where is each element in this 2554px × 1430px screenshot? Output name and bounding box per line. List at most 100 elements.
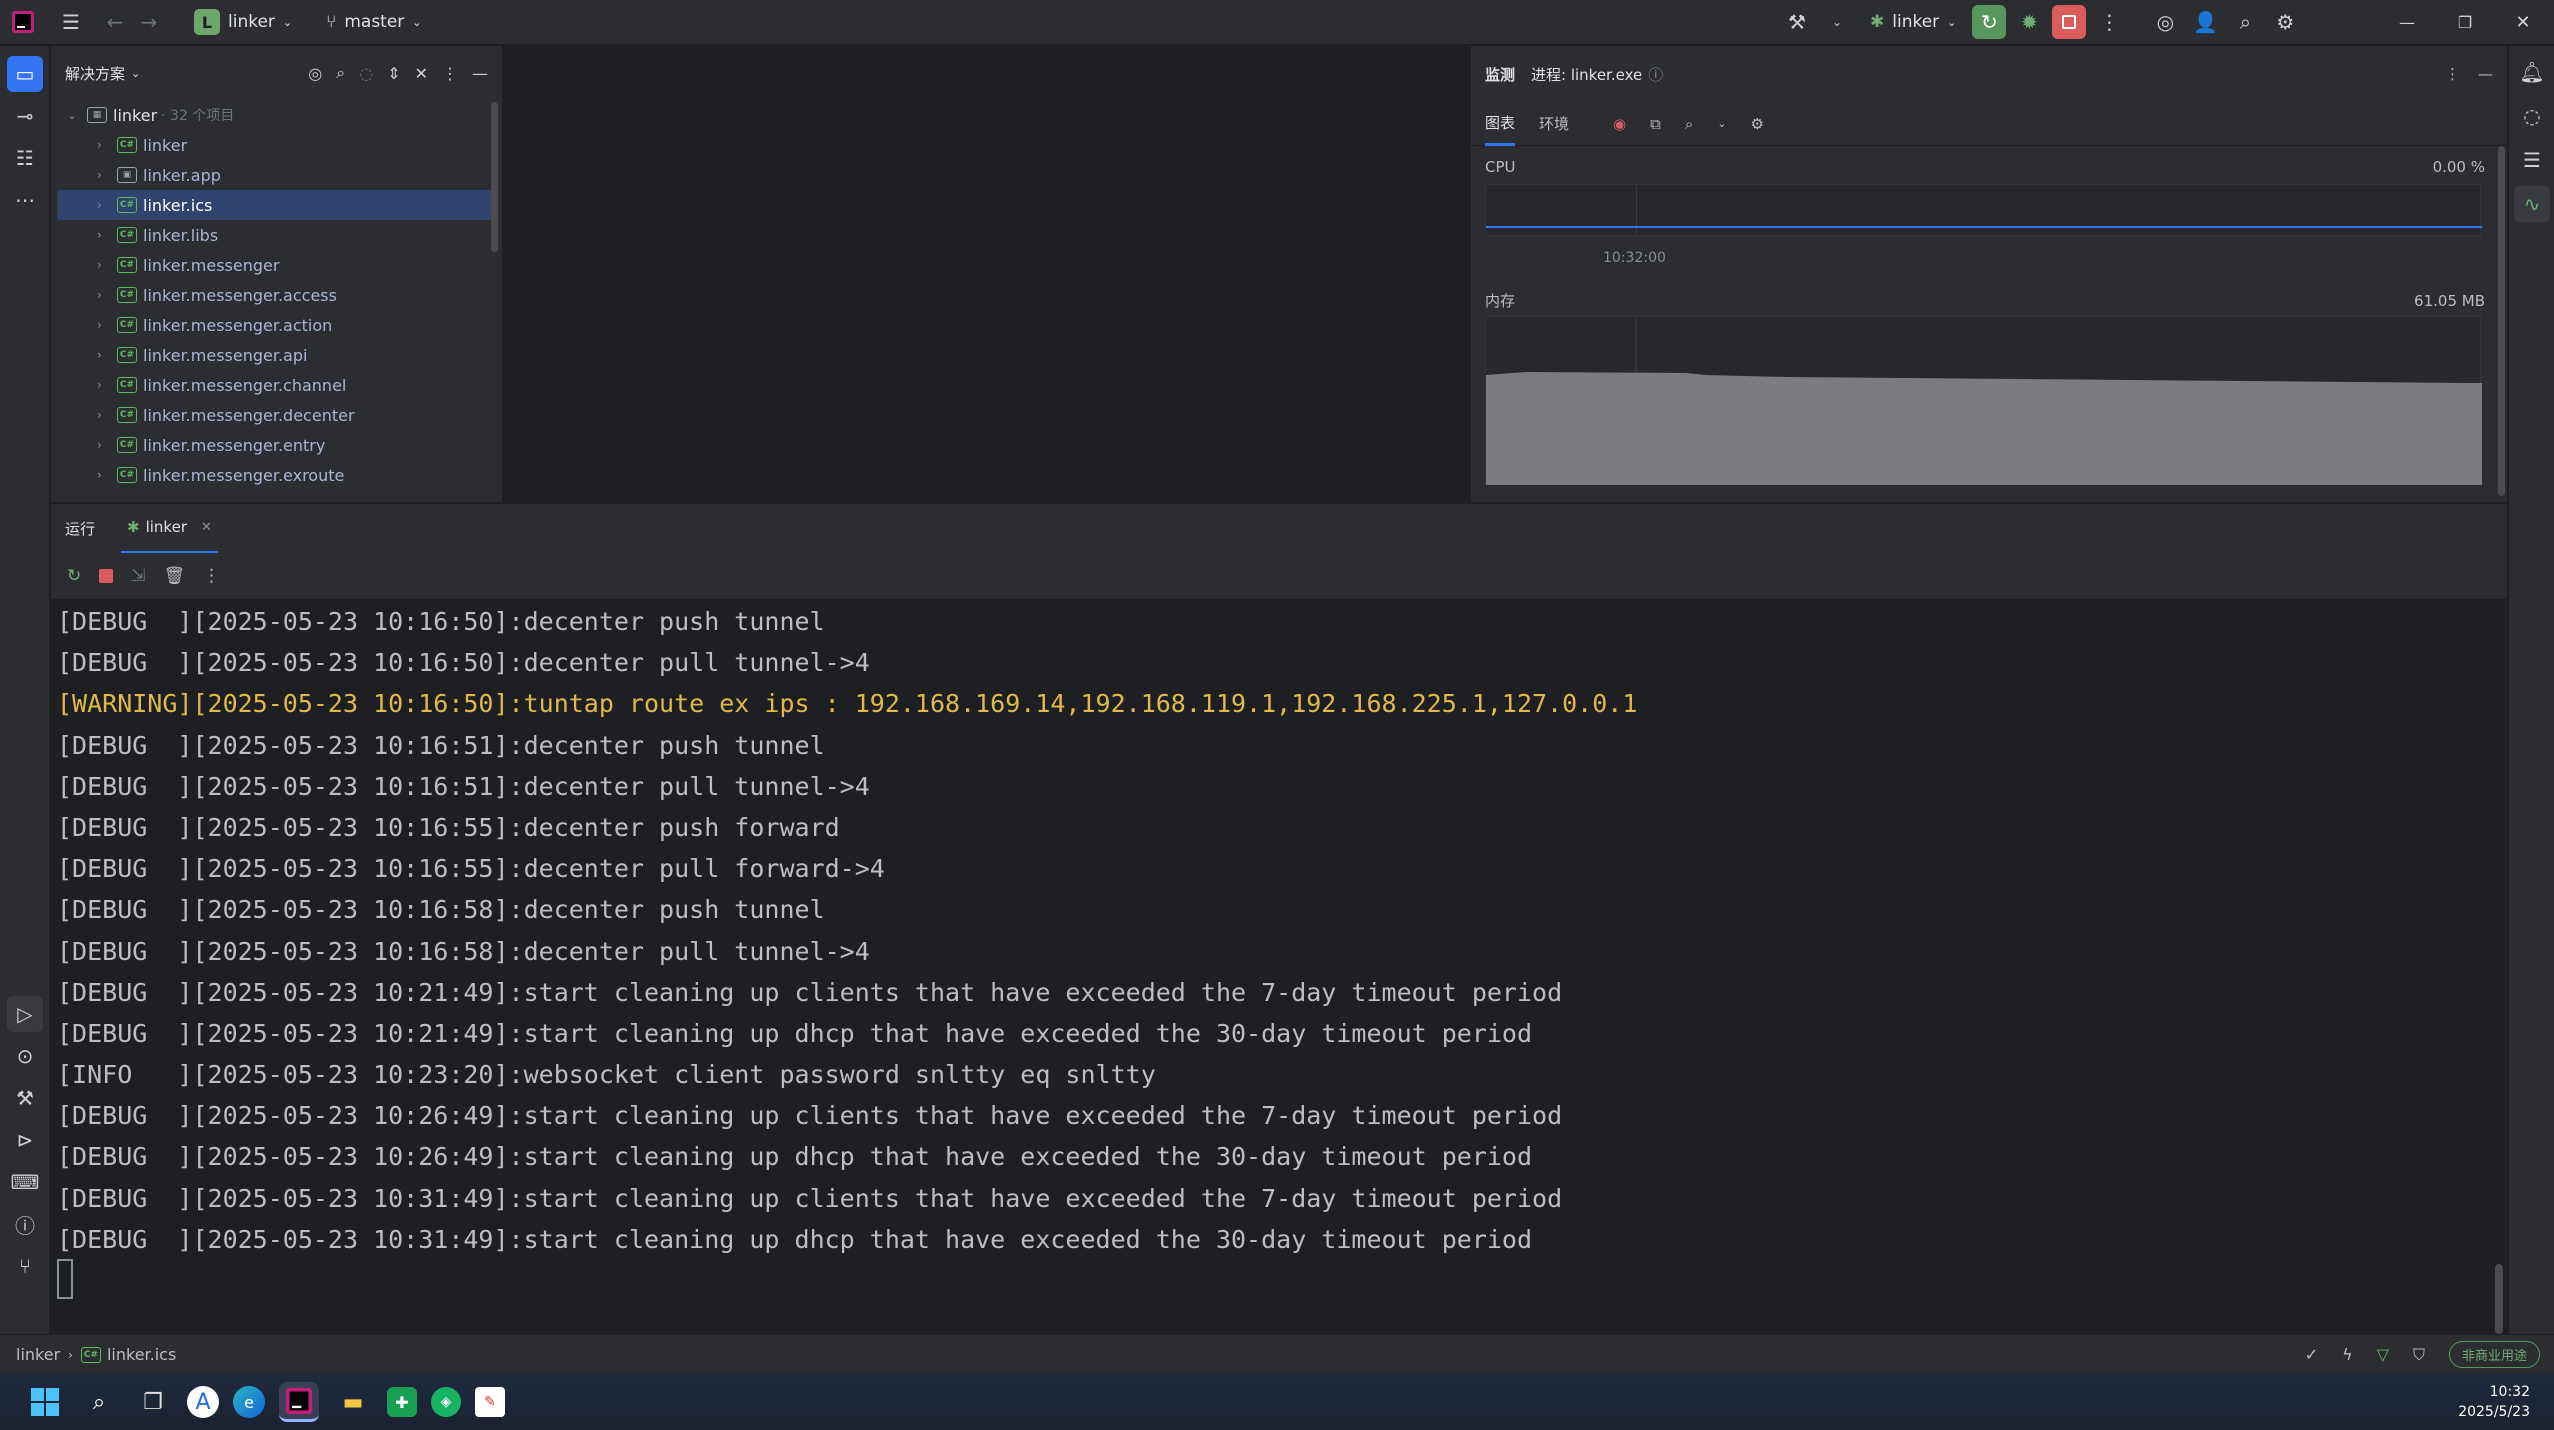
search-icon[interactable]: ⌕ bbox=[2228, 5, 2262, 39]
breadcrumb-root[interactable]: linker bbox=[16, 1345, 60, 1364]
branch-selector[interactable]: ⑂ master ⌄ bbox=[316, 7, 431, 37]
chevron-right-icon[interactable]: › bbox=[97, 288, 111, 302]
project-selector[interactable]: L linker ⌄ bbox=[184, 7, 302, 37]
close-window-icon[interactable]: ✕ bbox=[2506, 5, 2540, 39]
show-all-icon[interactable]: ◌ bbox=[359, 64, 373, 83]
settings-gear-icon[interactable]: ⚙ bbox=[2268, 5, 2302, 39]
help-icon[interactable]: ⓘ bbox=[1648, 64, 1663, 85]
main-menu-icon[interactable]: ☰ bbox=[54, 5, 88, 39]
chevron-right-icon[interactable]: › bbox=[97, 378, 111, 392]
search-icon[interactable]: ⌕ bbox=[79, 1382, 119, 1422]
scroll-to-end-icon[interactable]: ⇲ bbox=[131, 566, 145, 586]
more-vertical-icon[interactable]: ⋮ bbox=[203, 566, 220, 586]
breadcrumb-file[interactable]: linker.ics bbox=[107, 1345, 176, 1364]
solution-scrollbar[interactable] bbox=[491, 102, 498, 252]
tree-item-linker-ics[interactable]: › C# linker.ics bbox=[57, 190, 492, 220]
file-explorer-icon[interactable]: ▬ bbox=[333, 1382, 373, 1422]
tree-item-linker-messenger-exroute[interactable]: › C# linker.messenger.exroute bbox=[57, 460, 492, 490]
chevron-right-icon[interactable]: › bbox=[97, 168, 111, 182]
tab-charts[interactable]: 图表 bbox=[1485, 102, 1516, 146]
notifications-bell-icon[interactable]: 🔔︎ bbox=[2514, 54, 2550, 90]
run-tool-icon[interactable]: ▷ bbox=[7, 996, 43, 1032]
minimize-panel-icon[interactable]: — bbox=[472, 64, 488, 83]
minimize-window-icon[interactable]: — bbox=[2390, 5, 2424, 39]
console-scrollbar[interactable] bbox=[2495, 1264, 2503, 1334]
chevron-right-icon[interactable]: › bbox=[97, 348, 111, 362]
run-config-selector[interactable]: ✱ linker ⌄ bbox=[1860, 7, 1966, 37]
console-output[interactable]: [DEBUG ][2025-05-23 10:16:50]:decenter p… bbox=[51, 599, 2507, 1334]
build-hammer-icon[interactable]: ⚒ bbox=[1780, 5, 1814, 39]
explorer-folder-icon[interactable]: ▭ bbox=[7, 56, 43, 92]
chevron-right-icon[interactable]: › bbox=[97, 138, 111, 152]
task-view-icon[interactable]: ❐ bbox=[133, 1382, 173, 1422]
chevron-right-icon[interactable]: › bbox=[97, 198, 111, 212]
tree-item-linker[interactable]: › C# linker bbox=[57, 130, 492, 160]
monitor-settings-icon[interactable]: ⚙ bbox=[1750, 115, 1763, 133]
services-icon[interactable]: ⊳ bbox=[7, 1122, 43, 1158]
terminal-icon[interactable]: ⌨ bbox=[7, 1164, 43, 1200]
restore-window-icon[interactable]: ❐ bbox=[2448, 5, 2482, 39]
license-badge[interactable]: 非商业用途 bbox=[2448, 1341, 2540, 1368]
more-vertical-icon[interactable]: ⋮ bbox=[2445, 65, 2460, 83]
stop-button[interactable] bbox=[2052, 5, 2087, 39]
inspections-ok-icon[interactable]: ✓ bbox=[2305, 1345, 2318, 1364]
expand-all-icon[interactable]: ⇕ bbox=[387, 64, 400, 83]
locate-file-icon[interactable]: ◎ bbox=[308, 64, 322, 83]
code-vision-icon[interactable]: ▽ bbox=[2377, 1345, 2389, 1364]
search-icon[interactable]: ⌕ bbox=[336, 63, 345, 83]
chevron-down-icon[interactable]: ⌄ bbox=[131, 67, 140, 80]
rider-taskbar-icon[interactable] bbox=[279, 1382, 319, 1422]
tree-item-linker-messenger-decenter[interactable]: › C# linker.messenger.decenter bbox=[57, 400, 492, 430]
collapse-all-icon[interactable]: ✕ bbox=[415, 64, 428, 83]
monitor-tool-icon[interactable]: ∿ bbox=[2514, 186, 2550, 222]
commit-icon[interactable]: ⊸ bbox=[7, 98, 43, 134]
rerun-icon[interactable]: ↻ bbox=[67, 566, 81, 586]
chevron-right-icon[interactable]: › bbox=[97, 438, 111, 452]
search-process-icon[interactable]: ⌕ bbox=[1685, 115, 1693, 133]
chevron-right-icon[interactable]: › bbox=[97, 318, 111, 332]
forward-arrow-icon[interactable]: → bbox=[132, 5, 166, 39]
tree-item-linker-messenger-api[interactable]: › C# linker.messenger.api bbox=[57, 340, 492, 370]
database-icon[interactable]: ☰ bbox=[2514, 142, 2550, 178]
tree-item-linker-messenger-access[interactable]: › C# linker.messenger.access bbox=[57, 280, 492, 310]
tree-item-linker-libs[interactable]: › C# linker.libs bbox=[57, 220, 492, 250]
back-arrow-icon[interactable]: ← bbox=[98, 5, 132, 39]
browser-green-icon[interactable]: ◈ bbox=[431, 1387, 461, 1417]
spreadsheet-app-icon[interactable]: ✚ bbox=[387, 1387, 417, 1417]
tree-item-linker-messenger[interactable]: › C# linker.messenger bbox=[57, 250, 492, 280]
rider-logo-icon[interactable] bbox=[6, 5, 40, 39]
git-icon[interactable]: ⑂ bbox=[7, 1248, 43, 1284]
record-icon[interactable]: ◉ bbox=[1613, 115, 1626, 133]
tab-environment[interactable]: 环境 bbox=[1539, 113, 1569, 134]
close-tab-icon[interactable]: ✕ bbox=[201, 520, 212, 535]
minimize-panel-icon[interactable]: — bbox=[2478, 65, 2493, 83]
chevron-down-icon[interactable]: ⌄ bbox=[1820, 5, 1854, 39]
snapshot-icon[interactable]: ⧉ bbox=[1650, 115, 1661, 133]
more-tools-icon[interactable]: ⋯ bbox=[7, 182, 43, 218]
chevron-right-icon[interactable]: › bbox=[97, 408, 111, 422]
debug-tool-icon[interactable]: ⊙ bbox=[7, 1038, 43, 1074]
clear-console-icon[interactable]: 🗑︎ bbox=[164, 566, 186, 586]
windows-start-icon[interactable] bbox=[25, 1382, 65, 1422]
stop-icon[interactable] bbox=[99, 569, 114, 583]
tree-item-linker-messenger-entry[interactable]: › C# linker.messenger.entry bbox=[57, 430, 492, 460]
more-vertical-icon[interactable]: ⋮ bbox=[2092, 5, 2126, 39]
problems-icon[interactable]: ⓘ bbox=[7, 1206, 43, 1242]
chevron-right-icon[interactable]: › bbox=[97, 468, 111, 482]
add-user-icon[interactable]: 👤 bbox=[2188, 5, 2222, 39]
structure-icon[interactable]: ☷ bbox=[7, 140, 43, 176]
shield-icon[interactable]: ⛉ bbox=[2413, 1345, 2425, 1365]
chevron-down-icon[interactable]: ⌄ bbox=[67, 108, 81, 122]
paint-app-icon[interactable]: ✎ bbox=[475, 1387, 505, 1417]
ai-chat-icon[interactable]: ◌ bbox=[2514, 98, 2550, 134]
build-tool-icon[interactable]: ⚒ bbox=[7, 1080, 43, 1116]
edge-browser-icon[interactable]: e bbox=[233, 1386, 265, 1418]
system-clock[interactable]: 10:32 2025/5/23 bbox=[2458, 1382, 2530, 1422]
tree-item-linker-messenger-channel[interactable]: › C# linker.messenger.channel bbox=[57, 370, 492, 400]
solution-title[interactable]: 解决方案 bbox=[65, 63, 125, 84]
chevron-right-icon[interactable]: › bbox=[97, 228, 111, 242]
monitor-scrollbar[interactable] bbox=[2498, 146, 2505, 496]
tree-item-linker-app[interactable]: › ▣ linker.app bbox=[57, 160, 492, 190]
chevron-right-icon[interactable]: › bbox=[97, 258, 111, 272]
more-vertical-icon[interactable]: ⋮ bbox=[442, 64, 458, 83]
